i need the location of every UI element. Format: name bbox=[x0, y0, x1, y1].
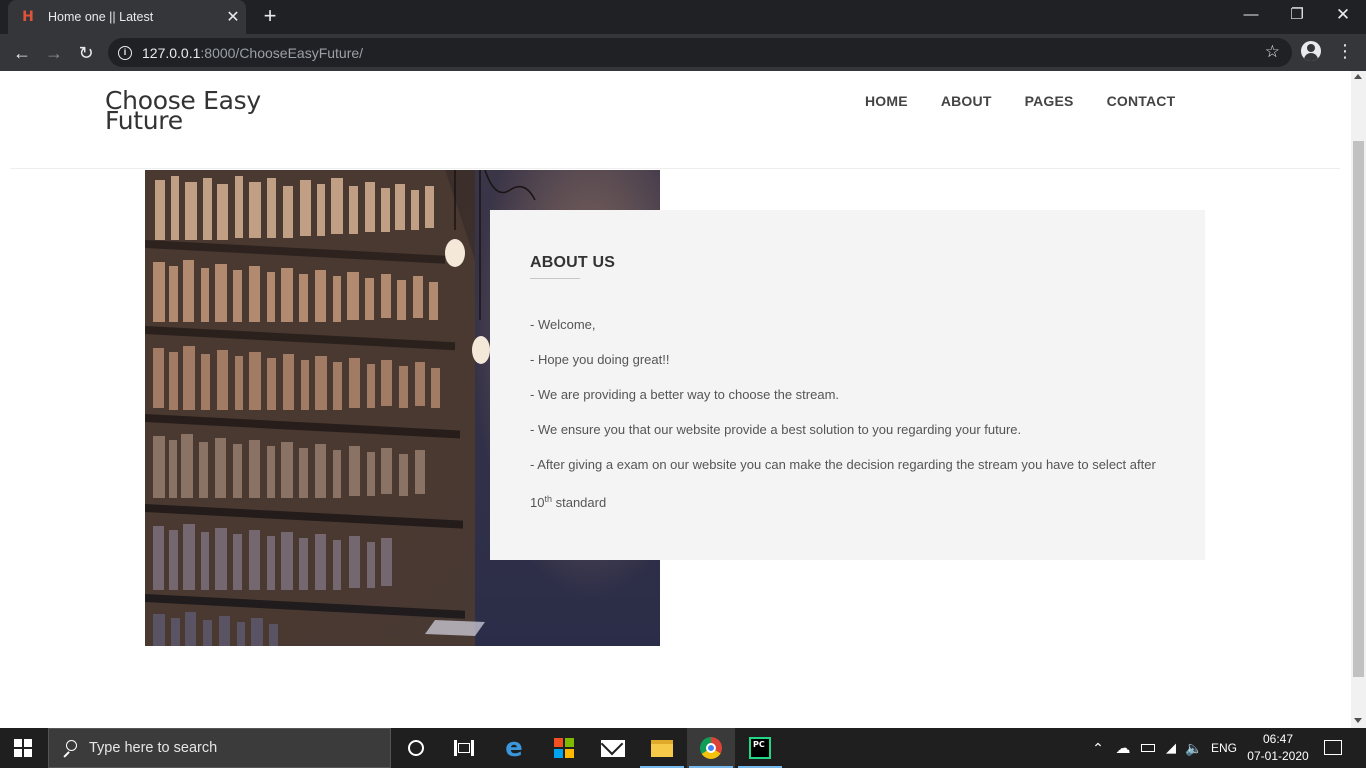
action-center-icon[interactable] bbox=[1324, 740, 1342, 755]
restore-window-button[interactable]: ❐ bbox=[1274, 0, 1320, 30]
main-nav: HOME ABOUT PAGES CONTACT bbox=[865, 93, 1208, 109]
taskbar-search-box[interactable]: Type here to search bbox=[48, 728, 391, 768]
about-line-5: - After giving a exam on our website you… bbox=[530, 457, 1156, 472]
standard-text: standard bbox=[551, 495, 607, 510]
bookmark-star-icon[interactable]: ☆ bbox=[1265, 42, 1280, 62]
mail-icon bbox=[601, 739, 625, 757]
back-button[interactable]: ← bbox=[8, 39, 36, 67]
onedrive-cloud-icon[interactable]: ☁ bbox=[1112, 728, 1134, 768]
about-line-1: - Welcome, bbox=[530, 317, 596, 332]
search-icon bbox=[61, 739, 79, 758]
forward-button[interactable]: → bbox=[40, 39, 68, 67]
language-indicator[interactable]: ENG bbox=[1207, 728, 1241, 768]
close-tab-icon[interactable]: ✕ bbox=[220, 7, 246, 27]
tab-title: Home one || Latest bbox=[48, 10, 154, 24]
site-logo-text[interactable]: Choose Easy Future bbox=[105, 88, 285, 133]
minimize-window-button[interactable]: — bbox=[1228, 0, 1274, 30]
browser-titlebar: H Home one || Latest ✕ + — ❐ ✕ bbox=[0, 0, 1366, 34]
windows-taskbar: Type here to search e PC ⌃ ☁ ◢ 🔈 ENG 06:… bbox=[0, 728, 1366, 768]
edge-icon: e bbox=[505, 733, 523, 763]
clock-time: 06:47 bbox=[1262, 732, 1294, 746]
about-line-2: - Hope you doing great!! bbox=[530, 352, 670, 367]
nav-pages[interactable]: PAGES bbox=[1025, 93, 1074, 109]
site-info-icon[interactable]: i bbox=[118, 45, 132, 60]
task-view-button[interactable] bbox=[440, 728, 488, 768]
volume-icon[interactable]: 🔈 bbox=[1183, 728, 1205, 768]
chrome-icon bbox=[700, 737, 722, 759]
pycharm-icon: PC bbox=[749, 737, 771, 759]
page-scrollbar[interactable] bbox=[1351, 71, 1366, 728]
about-us-card: ABOUT US - Welcome, - Hope you doing gre… bbox=[490, 210, 1205, 560]
title-underline bbox=[530, 278, 580, 279]
wifi-icon[interactable]: ◢ bbox=[1160, 728, 1182, 768]
nav-about[interactable]: ABOUT bbox=[941, 93, 992, 109]
scroll-down-arrow-icon[interactable] bbox=[1354, 718, 1362, 723]
page-viewport: Choose Easy Future HOME ABOUT PAGES CONT… bbox=[0, 71, 1366, 728]
mail-app-button[interactable] bbox=[589, 728, 637, 768]
chrome-app-button[interactable] bbox=[687, 728, 735, 768]
task-view-icon bbox=[454, 740, 474, 756]
address-bar[interactable]: i 127.0.0.1:8000/ChooseEasyFuture/ ☆ bbox=[108, 38, 1292, 67]
url-path: :8000/ChooseEasyFuture/ bbox=[200, 44, 364, 61]
about-title: ABOUT US bbox=[530, 254, 616, 271]
scroll-up-arrow-icon[interactable] bbox=[1354, 74, 1362, 79]
windows-start-icon[interactable] bbox=[14, 739, 32, 757]
nav-contact[interactable]: CONTACT bbox=[1107, 93, 1176, 109]
about-line-3: - We are providing a better way to choos… bbox=[530, 387, 840, 402]
search-placeholder: Type here to search bbox=[89, 740, 218, 756]
nav-home[interactable]: HOME bbox=[865, 93, 908, 109]
ordinal-suffix: th bbox=[544, 494, 552, 504]
about-text: - Welcome, - Hope you doing great!! - We… bbox=[530, 307, 1165, 520]
browser-menu-icon[interactable]: ⋮ bbox=[1336, 42, 1354, 62]
show-hidden-icons-chevron-icon[interactable]: ⌃ bbox=[1088, 728, 1108, 768]
browser-tab[interactable]: H Home one || Latest ✕ bbox=[8, 0, 246, 34]
url-host: 127.0.0.1 bbox=[142, 44, 201, 61]
browser-toolbar: ← → ↻ i 127.0.0.1:8000/ChooseEasyFuture/… bbox=[0, 34, 1366, 71]
site-header: Choose Easy Future HOME ABOUT PAGES CONT… bbox=[10, 71, 1340, 169]
site-favicon-icon: H bbox=[22, 9, 34, 25]
edge-app-button[interactable]: e bbox=[490, 728, 538, 768]
reload-button[interactable]: ↻ bbox=[72, 39, 100, 67]
microsoft-store-icon bbox=[554, 738, 574, 758]
cortana-icon bbox=[408, 740, 424, 756]
about-line-4: - We ensure you that our website provide… bbox=[530, 422, 1022, 437]
system-clock[interactable]: 06:47 07-01-2020 bbox=[1244, 731, 1312, 765]
battery-icon[interactable] bbox=[1137, 728, 1159, 768]
cortana-button[interactable] bbox=[392, 728, 440, 768]
pycharm-app-button[interactable]: PC bbox=[736, 728, 784, 768]
file-explorer-button[interactable] bbox=[638, 728, 686, 768]
store-app-button[interactable] bbox=[540, 728, 588, 768]
new-tab-button[interactable]: + bbox=[258, 4, 282, 28]
url-text[interactable]: 127.0.0.1:8000/ChooseEasyFuture/ bbox=[142, 45, 363, 61]
profile-avatar-icon[interactable] bbox=[1301, 41, 1321, 61]
close-window-button[interactable]: ✕ bbox=[1320, 0, 1366, 30]
folder-icon bbox=[651, 739, 673, 757]
standard-number: 10 bbox=[530, 495, 545, 510]
clock-date: 07-01-2020 bbox=[1247, 749, 1309, 763]
about-line-6: 10th standard bbox=[530, 482, 1165, 520]
scrollbar-thumb[interactable] bbox=[1353, 141, 1364, 677]
